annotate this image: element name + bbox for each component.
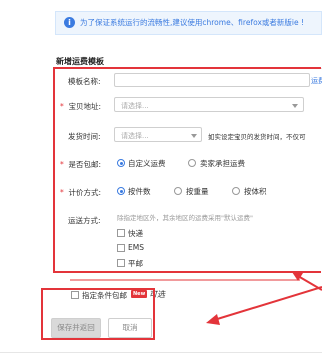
bottom-divider (0, 352, 322, 353)
arrow-line-upper (297, 275, 322, 291)
arrow-head-lower (206, 314, 220, 325)
cancel-button[interactable]: 取消 (108, 318, 152, 338)
arrow-line-lower (213, 286, 322, 321)
save-and-return-button[interactable]: 保存并返回 (51, 318, 101, 338)
